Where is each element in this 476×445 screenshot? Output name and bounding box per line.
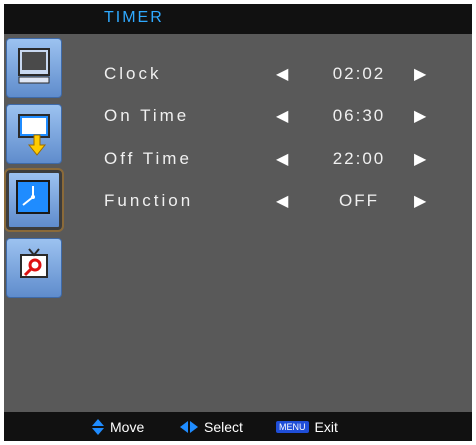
menu-item-on-time[interactable]: On Time ◀ 06:30 ▶ (104, 102, 464, 132)
menu-badge-text: MENU (279, 422, 306, 432)
menu-item-label: Off Time (104, 149, 192, 168)
right-arrow-icon[interactable]: ▶ (414, 64, 426, 84)
setup-tools-icon (20, 248, 48, 278)
sidebar-item-timer[interactable] (4, 168, 64, 232)
menu-item-value: 02:02 (332, 64, 386, 83)
menu-item-label: Clock (104, 64, 162, 83)
picture-monitor-icon (18, 48, 50, 84)
sidebar-item-setup[interactable] (6, 238, 62, 298)
right-arrow-icon[interactable]: ▶ (414, 149, 426, 169)
left-arrow-icon[interactable]: ◀ (276, 106, 288, 126)
menu-item-value: 22:00 (332, 149, 386, 168)
menu-item-label: On Time (104, 106, 190, 125)
left-arrow-icon[interactable]: ◀ (276, 149, 288, 169)
sidebar-item-picture[interactable] (6, 38, 62, 98)
hint-select: Select (180, 419, 243, 435)
select-label: Select (204, 419, 243, 435)
title-bar: TIMER (4, 4, 472, 34)
hint-move: Move (92, 419, 144, 435)
right-arrow-icon[interactable]: ▶ (414, 106, 426, 126)
menu-badge-icon: MENU (276, 421, 309, 433)
hint-exit: MENU Exit (276, 419, 338, 435)
right-arrow-icon[interactable]: ▶ (414, 191, 426, 211)
sidebar-item-input[interactable] (6, 104, 62, 164)
sidebar (4, 34, 66, 412)
footer-bar: Move Select MENU Exit (4, 412, 472, 441)
page-title: TIMER (104, 9, 164, 26)
left-arrow-icon[interactable]: ◀ (276, 64, 288, 84)
menu-item-value: OFF (339, 191, 379, 210)
move-label: Move (110, 419, 145, 435)
menu-item-off-time[interactable]: Off Time ◀ 22:00 ▶ (104, 145, 464, 175)
up-down-arrow-icon (92, 419, 104, 435)
menu-panel: Clock ◀ 02:02 ▶ On Time ◀ 06:30 ▶ Off Ti… (4, 34, 472, 412)
menu-item-clock[interactable]: Clock ◀ 02:02 ▶ (104, 60, 464, 90)
menu-item-label: Function (104, 191, 194, 210)
osd-screen: TIMER Clock ◀ 02:02 ▶ On Time ◀ 06:30 ▶ … (4, 4, 472, 441)
left-right-arrow-icon (180, 421, 198, 433)
input-source-icon (18, 114, 50, 156)
exit-label: Exit (314, 419, 338, 435)
timer-clock-icon (16, 180, 50, 214)
menu-item-value: 06:30 (332, 106, 386, 125)
left-arrow-icon[interactable]: ◀ (276, 191, 288, 211)
menu-item-function[interactable]: Function ◀ OFF ▶ (104, 187, 464, 217)
